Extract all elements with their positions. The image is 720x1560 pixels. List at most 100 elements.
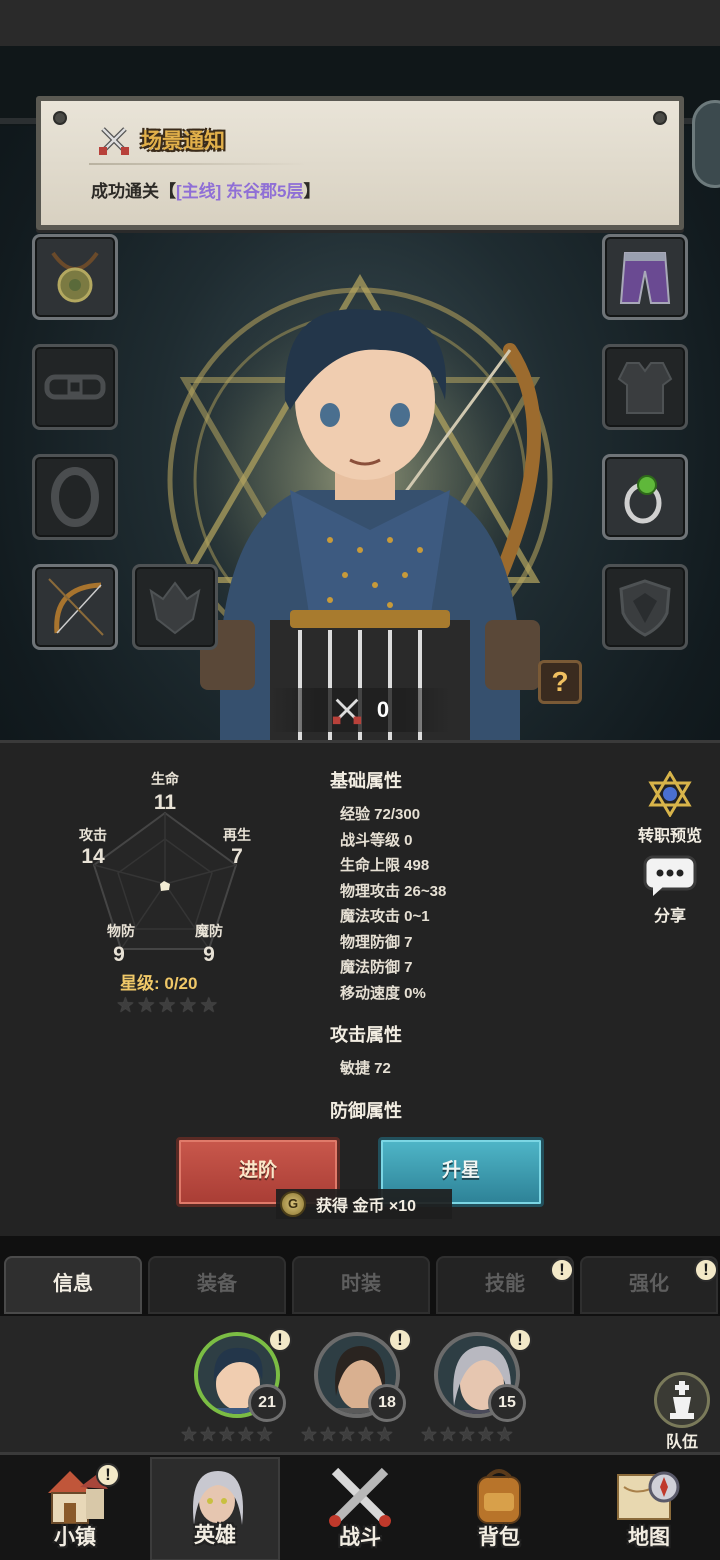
radar-label-hp: 生命 <box>151 771 179 787</box>
emerald-ring-icon <box>624 475 662 524</box>
job-preview-label: 转职预览 <box>637 828 702 845</box>
attr-agility: 敏捷 72 <box>340 1060 391 1077</box>
offhand-crest-icon <box>149 581 201 635</box>
defense-attributes-title: 防御属性 <box>330 1100 402 1121</box>
weapon-slot[interactable] <box>32 564 118 650</box>
attr-physical-defense: 物理防御 7 <box>340 933 413 951</box>
nav-backpack[interactable]: 背包 <box>434 1457 564 1560</box>
nav-battle[interactable]: 战斗 <box>295 1457 425 1560</box>
hexagram-icon <box>648 770 692 818</box>
nav-label: 地图 <box>628 1526 670 1549</box>
star-level-text: 星级: 0/20 <box>120 974 198 993</box>
offhand-slot[interactable] <box>132 564 218 650</box>
basic-attributes-title: 基础属性 <box>330 771 402 791</box>
radar-value-atk: 14 <box>81 845 105 868</box>
nav-label: 战斗 <box>339 1526 381 1549</box>
radar-value-pdef: 9 <box>113 943 125 966</box>
star-rating: ★ ★ ★ ★ ★ <box>116 993 218 1018</box>
radar-value-regen: 7 <box>231 845 243 868</box>
side-menu-tab[interactable] <box>692 100 720 188</box>
map-compass-icon <box>617 1471 680 1520</box>
status-strip <box>0 0 720 46</box>
gold-coin-icon: G <box>280 1191 306 1217</box>
alert-badge: ! <box>550 1258 574 1282</box>
attr-exp: 经验 72/300 <box>340 806 421 823</box>
hero-card[interactable]: ! 18 ★ ★ ★ ★ ★ <box>300 1328 412 1450</box>
attack-attributes-title: 攻击属性 <box>330 1025 402 1045</box>
pin-decoration <box>53 111 67 125</box>
hero-stars: ★ ★ ★ ★ ★ <box>420 1424 514 1446</box>
hero-level: 18 <box>368 1384 406 1422</box>
hero-stats-panel: 生命 11 再生 7 魔防 9 物防 9 攻击 14 星级: 0/20 ★ ★ ★ ★… <box>0 740 720 1236</box>
armor-slot[interactable] <box>602 344 688 430</box>
attr-max-hp: 生命上限 498 <box>340 857 430 874</box>
crossed-swords-icon <box>99 127 129 155</box>
team-button[interactable]: 队伍 <box>650 1372 714 1452</box>
alert-badge: ! <box>268 1328 292 1352</box>
attr-combat-level: 战斗等级 0 <box>340 831 413 849</box>
hero-card[interactable]: ! 21 ★ ★ ★ ★ ★ <box>180 1328 292 1450</box>
attribute-list: 基础属性 经验 72/300 战斗等级 0 生命上限 498 物理攻击 26~3… <box>330 767 446 1133</box>
hero-stars: ★ ★ ★ ★ ★ <box>300 1424 394 1446</box>
attr-move-speed: 移动速度 0% <box>340 984 426 1002</box>
reward-toast-text: 获得 金币 ×10 <box>316 1198 417 1215</box>
chat-bubble-icon <box>643 855 697 896</box>
nav-label: 小镇 <box>54 1526 96 1549</box>
tab-costume[interactable]: 时装 <box>292 1256 430 1314</box>
ring2-slot[interactable] <box>602 454 688 540</box>
alert-badge: ! <box>96 1463 120 1487</box>
hero-portrait-scene: 场景通知 成功通关【[主线] 东谷郡5层】 ? 0 <box>0 0 720 740</box>
pants-slot[interactable] <box>602 234 688 320</box>
hero-character-art <box>200 309 541 740</box>
hero-roster: ! 21 ★ ★ ★ ★ ★ ! 18 ★ ★ ★ ★ ★ ! 15 ★ ★ ★ ★ ★ 队伍 <box>0 1316 720 1452</box>
combat-power-display: 0 <box>270 688 450 732</box>
reward-toast: G 获得 金币 ×10 <box>276 1189 452 1219</box>
belt-slot[interactable] <box>32 344 118 430</box>
radar-label-pdef: 物防 <box>107 923 135 939</box>
alert-badge: ! <box>388 1328 412 1352</box>
alert-badge: ! <box>508 1328 532 1352</box>
notification-message: 成功通关【[主线] 东谷郡5层】 <box>91 182 321 201</box>
alert-badge: ! <box>694 1258 718 1282</box>
shield-icon <box>619 579 671 637</box>
hero-level: 15 <box>488 1384 526 1422</box>
nav-town[interactable]: ! 小镇 <box>10 1457 140 1560</box>
hero-level: 21 <box>248 1384 286 1422</box>
share-button[interactable]: 分享 <box>630 855 710 926</box>
radar-value-mdef: 9 <box>203 943 215 966</box>
attr-magic-attack: 魔法攻击 0~1 <box>340 908 430 925</box>
help-button[interactable]: ? <box>538 660 582 704</box>
combat-power-value: 0 <box>376 697 390 722</box>
backpack-icon <box>477 1469 521 1524</box>
radar-label-atk: 攻击 <box>79 827 107 843</box>
team-label: 队伍 <box>665 1434 698 1451</box>
job-preview-button[interactable]: 转职预览 <box>630 770 710 846</box>
radar-label-mdef: 魔防 <box>195 923 223 939</box>
crossed-swords-icon <box>329 1467 391 1527</box>
hero-tab-bar: 信息 装备 时装 技能 ! 强化 ! <box>0 1236 720 1316</box>
nav-hero[interactable]: 英雄 <box>150 1457 280 1560</box>
bow-icon <box>48 578 104 636</box>
armor-icon <box>617 362 673 414</box>
shield-slot[interactable] <box>602 564 688 650</box>
hero-card[interactable]: ! 15 ★ ★ ★ ★ ★ <box>420 1328 532 1450</box>
tab-equipment[interactable]: 装备 <box>148 1256 286 1314</box>
chess-king-icon <box>654 1372 710 1428</box>
star-icon: ★ <box>178 994 198 1017</box>
crossed-swords-icon <box>332 698 361 725</box>
radar-label-regen: 再生 <box>223 827 251 843</box>
necklace-icon <box>51 251 99 303</box>
ring-icon <box>51 467 99 527</box>
ring-slot[interactable] <box>32 454 118 540</box>
nav-map[interactable]: 地图 <box>584 1457 714 1560</box>
necklace-slot[interactable] <box>32 234 118 320</box>
scene-notification: 场景通知 成功通关【[主线] 东谷郡5层】 <box>36 96 684 230</box>
hero-stars: ★ ★ ★ ★ ★ <box>180 1424 274 1446</box>
tab-info[interactable]: 信息 <box>4 1256 142 1314</box>
attr-magic-defense: 魔法防御 7 <box>340 959 413 976</box>
star-icon: ★ <box>157 994 177 1017</box>
pants-icon <box>619 252 671 304</box>
nav-label: 英雄 <box>194 1524 236 1547</box>
belt-icon <box>44 374 106 400</box>
radar-value-hp: 11 <box>153 791 177 814</box>
